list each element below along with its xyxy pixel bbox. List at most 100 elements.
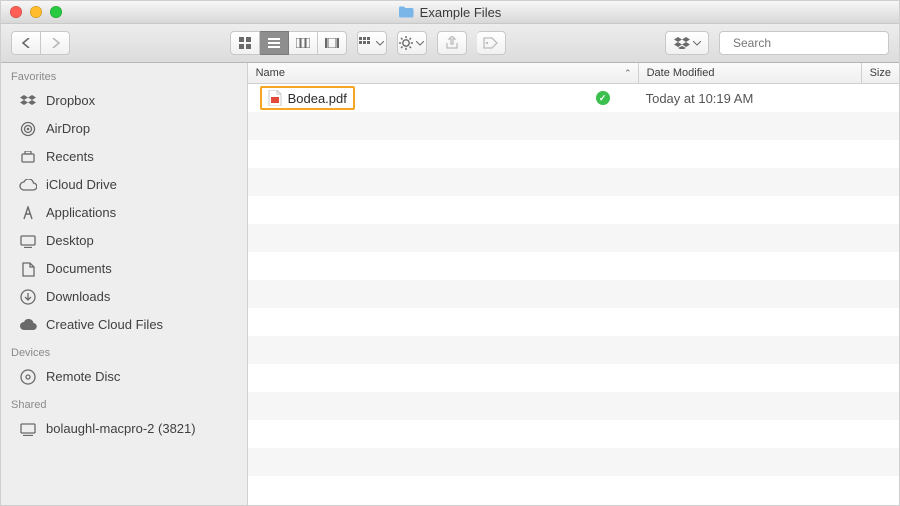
share-button[interactable] — [437, 31, 467, 55]
sidebar-item-label: iCloud Drive — [46, 175, 117, 195]
empty-row — [248, 140, 899, 168]
sidebar-item-label: Applications — [46, 203, 116, 223]
sidebar-item-remote-disc[interactable]: Remote Disc — [1, 363, 247, 391]
chevron-down-icon — [693, 41, 701, 46]
columns-icon — [296, 38, 310, 48]
sidebar-item-creative-cloud[interactable]: Creative Cloud Files — [1, 311, 247, 339]
toolbar — [1, 24, 899, 63]
sidebar-item-shared-computer[interactable]: bolaughl-macpro-2 (3821) — [1, 415, 247, 443]
nav-buttons — [11, 31, 70, 55]
window-title: Example Files — [1, 5, 899, 20]
window-controls — [10, 6, 62, 18]
sidebar-item-label: Downloads — [46, 287, 110, 307]
empty-row — [248, 420, 899, 448]
column-name[interactable]: Name ⌃ — [248, 63, 639, 83]
tag-icon — [483, 37, 499, 49]
tags-button[interactable] — [477, 31, 506, 55]
view-list-button[interactable] — [260, 31, 289, 55]
empty-row — [248, 364, 899, 392]
close-button[interactable] — [10, 6, 22, 18]
finder-window: Example Files — [0, 0, 900, 506]
arrange-icon — [359, 37, 373, 49]
minimize-button[interactable] — [30, 6, 42, 18]
file-list-pane: Name ⌃ Date Modified Size Bodea.pdf — [248, 63, 899, 506]
sidebar-item-label: Creative Cloud Files — [46, 315, 163, 335]
dropbox-icon — [674, 37, 690, 49]
search-input[interactable] — [731, 35, 890, 51]
sidebar-item-desktop[interactable]: Desktop — [1, 227, 247, 255]
chevron-left-icon — [22, 38, 31, 48]
desktop-icon — [19, 235, 37, 248]
chevron-right-icon — [51, 38, 60, 48]
gallery-icon — [325, 38, 339, 48]
column-date[interactable]: Date Modified — [639, 63, 862, 83]
airdrop-icon — [19, 121, 37, 137]
empty-row — [248, 252, 899, 280]
sidebar-item-applications[interactable]: Applications — [1, 199, 247, 227]
action-button[interactable] — [397, 31, 427, 55]
sidebar-item-airdrop[interactable]: AirDrop — [1, 115, 247, 143]
pdf-file-icon — [268, 90, 282, 106]
empty-row — [248, 476, 899, 504]
column-date-label: Date Modified — [647, 67, 715, 79]
empty-row — [248, 112, 899, 140]
sidebar-item-label: Recents — [46, 147, 94, 167]
empty-row — [248, 196, 899, 224]
disc-icon — [19, 369, 37, 385]
sidebar-section-devices: Devices — [1, 339, 247, 363]
file-rows: Bodea.pdf ✓ Today at 10:19 AM — [248, 84, 899, 506]
window-title-text: Example Files — [420, 5, 502, 20]
file-row[interactable]: Bodea.pdf ✓ Today at 10:19 AM — [248, 84, 899, 112]
creative-cloud-icon — [19, 319, 37, 331]
view-mode-buttons — [230, 31, 347, 55]
column-size-label: Size — [870, 67, 891, 79]
column-size[interactable]: Size — [862, 63, 899, 83]
dropbox-icon — [19, 95, 37, 108]
file-name: Bodea.pdf — [288, 91, 347, 106]
arrange-button[interactable] — [357, 31, 387, 55]
apps-icon — [19, 206, 37, 220]
fullscreen-button[interactable] — [50, 6, 62, 18]
search-field[interactable] — [719, 31, 889, 55]
file-date: Today at 10:19 AM — [646, 91, 754, 106]
view-columns-button[interactable] — [289, 31, 318, 55]
dropbox-toolbar-button[interactable] — [665, 31, 709, 55]
sidebar-item-icloud[interactable]: iCloud Drive — [1, 171, 247, 199]
sidebar-section-shared: Shared — [1, 391, 247, 415]
sync-status-icon: ✓ — [596, 91, 610, 105]
empty-row — [248, 224, 899, 252]
empty-row — [248, 392, 899, 420]
sidebar-item-recents[interactable]: Recents — [1, 143, 247, 171]
sidebar-item-label: Dropbox — [46, 91, 95, 111]
chevron-down-icon — [376, 41, 384, 46]
sidebar-item-downloads[interactable]: Downloads — [1, 283, 247, 311]
finder-body: Favorites Dropbox AirDrop Recents iCloud… — [1, 63, 899, 506]
empty-row — [248, 308, 899, 336]
sidebar-item-label: Desktop — [46, 231, 94, 251]
document-icon — [19, 262, 37, 277]
folder-icon — [399, 6, 414, 18]
chevron-down-icon — [416, 41, 424, 46]
empty-row — [248, 168, 899, 196]
empty-row — [248, 448, 899, 476]
sidebar-item-label: Documents — [46, 259, 112, 279]
column-name-label: Name — [256, 67, 285, 79]
sidebar-section-favorites: Favorites — [1, 63, 247, 87]
view-icons-button[interactable] — [230, 31, 260, 55]
sidebar: Favorites Dropbox AirDrop Recents iCloud… — [1, 63, 248, 506]
highlighted-file: Bodea.pdf — [260, 86, 355, 110]
empty-row — [248, 280, 899, 308]
sidebar-item-label: AirDrop — [46, 119, 90, 139]
sidebar-item-documents[interactable]: Documents — [1, 255, 247, 283]
grid-icon — [239, 37, 251, 49]
forward-button[interactable] — [41, 31, 70, 55]
recents-icon — [19, 151, 37, 164]
sidebar-item-dropbox[interactable]: Dropbox — [1, 87, 247, 115]
view-gallery-button[interactable] — [318, 31, 347, 55]
gear-icon — [399, 36, 413, 50]
sidebar-item-label: bolaughl-macpro-2 (3821) — [46, 419, 196, 439]
back-button[interactable] — [11, 31, 41, 55]
share-icon — [446, 36, 458, 50]
computer-icon — [19, 423, 37, 436]
sidebar-item-label: Remote Disc — [46, 367, 120, 387]
